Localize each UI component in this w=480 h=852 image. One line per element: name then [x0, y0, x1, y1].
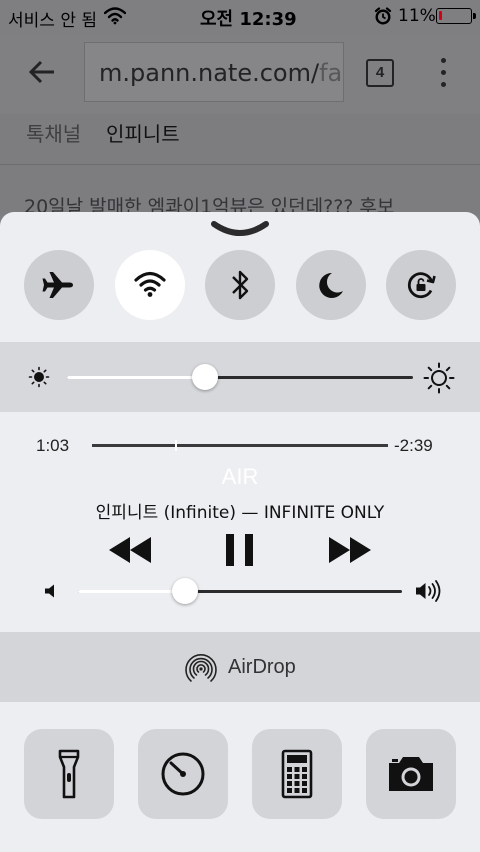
wifi-toggle[interactable] — [115, 250, 185, 320]
battery-icon — [436, 8, 476, 24]
channel-label[interactable]: 톡채널 — [26, 118, 81, 147]
camera-icon — [389, 757, 433, 791]
brightness-row — [0, 342, 480, 412]
rotation-lock-icon — [407, 272, 436, 299]
overflow-menu-icon[interactable] — [432, 56, 456, 90]
brightness-slider-knob[interactable] — [192, 364, 219, 390]
timer-icon — [161, 752, 205, 796]
chevron-down-icon[interactable] — [210, 220, 270, 238]
alarm-icon — [374, 7, 392, 25]
back-arrow-icon[interactable] — [24, 54, 60, 90]
volume-slider-knob[interactable] — [171, 578, 198, 604]
brightness-high-icon — [423, 362, 455, 394]
tab-switcher-button[interactable]: 4 — [366, 59, 394, 87]
brightness-low-icon — [28, 366, 50, 388]
bluetooth-icon — [232, 270, 249, 300]
brightness-slider-fill — [67, 376, 206, 379]
page-divider — [0, 164, 480, 165]
airdrop-button[interactable]: AirDrop — [0, 632, 480, 702]
battery-percent: 11% — [398, 6, 436, 26]
calculator-icon — [281, 749, 313, 799]
airplane-mode-toggle[interactable] — [24, 250, 94, 320]
bluetooth-toggle[interactable] — [205, 250, 275, 320]
flashlight-icon — [58, 749, 80, 799]
song-artist-album: 인피니트 (Infinite) — INFINITE ONLY — [95, 503, 385, 523]
browser-toolbar: m.pann.nate.com/fant 4 — [0, 34, 480, 114]
elapsed-time: 1:03 — [36, 436, 70, 455]
song-title: AIR — [221, 464, 259, 489]
wifi-status-icon — [104, 7, 126, 25]
timer-button[interactable] — [138, 729, 228, 819]
channel-name[interactable]: 인피니트 — [106, 118, 180, 147]
do-not-disturb-toggle[interactable] — [296, 250, 366, 320]
flashlight-button[interactable] — [24, 729, 114, 819]
url-bar[interactable]: m.pann.nate.com/fant — [84, 42, 344, 102]
carrier-label: 서비스 안 됨 — [8, 11, 98, 31]
rewind-icon[interactable] — [106, 532, 154, 568]
volume-high-icon — [416, 580, 441, 602]
airplane-icon — [42, 272, 73, 298]
url-faded-text: fant — [319, 59, 343, 87]
airdrop-icon — [185, 654, 217, 682]
fast-forward-icon[interactable] — [326, 532, 374, 568]
url-visible-text: m.pann.nate.com/ — [99, 59, 320, 87]
volume-low-icon — [45, 584, 54, 598]
camera-button[interactable] — [366, 729, 456, 819]
playback-scrubber[interactable] — [92, 444, 388, 447]
url-text: m.pann.nate.com/fant — [99, 59, 343, 87]
wifi-icon — [134, 271, 166, 297]
status-bar: 서비스 안 됨 오전 12:39 11% — [0, 0, 480, 34]
playback-position-marker[interactable] — [174, 440, 177, 451]
volume-slider[interactable] — [78, 590, 402, 593]
orientation-lock-toggle[interactable] — [386, 250, 456, 320]
status-clock: 오전 12:39 — [200, 9, 297, 30]
battery-level-fill — [439, 11, 443, 20]
control-center: 1:03 -2:39 AIR 인피니트 (Infinite) — INFINIT… — [0, 212, 480, 852]
moon-icon — [319, 272, 343, 298]
brightness-slider[interactable] — [67, 376, 413, 379]
airdrop-label: AirDrop — [228, 656, 296, 678]
remaining-time: -2:39 — [394, 436, 433, 455]
calculator-button[interactable] — [252, 729, 342, 819]
volume-slider-fill — [78, 590, 185, 593]
pause-icon[interactable] — [222, 532, 258, 568]
